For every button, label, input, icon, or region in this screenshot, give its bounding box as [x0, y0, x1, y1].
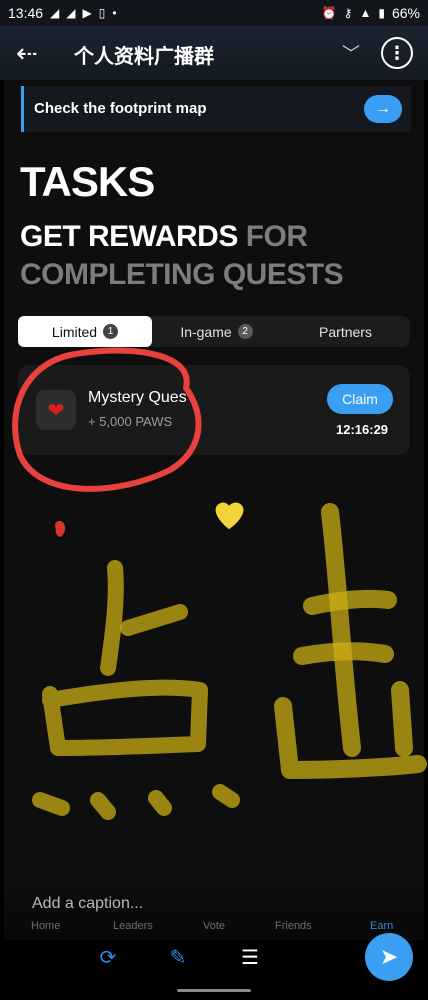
quest-card: ❤ Mystery Ques + 5,000 PAWS Claim 12:16:…	[18, 365, 410, 455]
nav-friends[interactable]: Friends	[275, 920, 312, 932]
tab-count-badge: 1	[103, 324, 119, 339]
page-subtitle: GET REWARDS FOR COMPLETING QUESTS	[20, 218, 400, 294]
tab-label: Limited	[51, 323, 98, 340]
app-screen: Check the footprint map → TASKS GET REWA…	[4, 80, 424, 880]
clipboard-icon: ▯	[98, 6, 106, 20]
claim-button[interactable]: Claim	[327, 384, 393, 414]
arrow-right-icon[interactable]: →	[364, 95, 402, 123]
crop-rotate-icon[interactable]: ⟳	[95, 944, 121, 970]
chevron-down-icon[interactable]: ﹀	[342, 40, 360, 66]
send-button[interactable]: ➤	[365, 933, 413, 981]
clock: 13:46	[8, 5, 44, 21]
quest-name: Mystery Ques	[88, 389, 187, 406]
quest-reward: + 5,000 PAWS	[88, 414, 173, 429]
nav-leaders[interactable]: Leaders	[113, 920, 153, 932]
battery-icon: ▮	[378, 6, 385, 20]
nav-home[interactable]: Home	[31, 920, 60, 932]
tab-in-game[interactable]: In-game 2	[152, 316, 281, 347]
quest-timer: 12:16:29	[336, 422, 389, 437]
tab-count-badge: 2	[237, 324, 253, 339]
caption-input[interactable]	[30, 892, 334, 916]
battery-level: 66%	[391, 5, 420, 21]
footprint-banner[interactable]: Check the footprint map →	[21, 86, 411, 132]
tab-limited[interactable]: Limited 1	[18, 316, 152, 347]
dot-icon: •	[112, 6, 117, 20]
key-icon: ⚷	[343, 6, 353, 20]
tab-partners[interactable]: Partners	[281, 316, 410, 347]
subtitle-highlight: GET REWARDS	[20, 220, 238, 253]
page-title: TASKS	[20, 158, 155, 205]
tab-label: Partners	[319, 323, 372, 340]
heart-icon: ❤	[36, 390, 76, 430]
home-indicator	[177, 989, 251, 992]
chat-title: 个人资料广播群	[74, 46, 214, 68]
status-bar: 13:46 ◢ ◢ ▶ ▯ • ⏰ ⚷ ▲ ▮ 66%	[0, 0, 428, 26]
telegram-icon: ◢	[50, 6, 60, 20]
alarm-icon: ⏰	[321, 6, 337, 20]
chat-header: ⇠ 个人资料广播群 ﹀ ⋮	[0, 26, 428, 80]
wifi-icon: ▲	[359, 6, 372, 20]
more-options-button[interactable]: ⋮	[381, 37, 413, 69]
task-tabs: Limited 1 In-game 2 Partners	[18, 316, 410, 347]
footprint-banner-text: Check the footprint map	[34, 100, 207, 117]
brush-icon[interactable]: ✎	[165, 944, 191, 970]
nav-earn[interactable]: Earn	[370, 920, 393, 932]
telegram-icon: ◢	[66, 6, 76, 20]
youtube-icon: ▶	[82, 6, 92, 20]
tab-label: In-game	[180, 323, 232, 340]
back-arrow-icon[interactable]: ⇠	[16, 38, 38, 69]
nav-vote[interactable]: Vote	[203, 920, 225, 932]
adjust-sliders-icon[interactable]: ☰	[237, 944, 263, 970]
